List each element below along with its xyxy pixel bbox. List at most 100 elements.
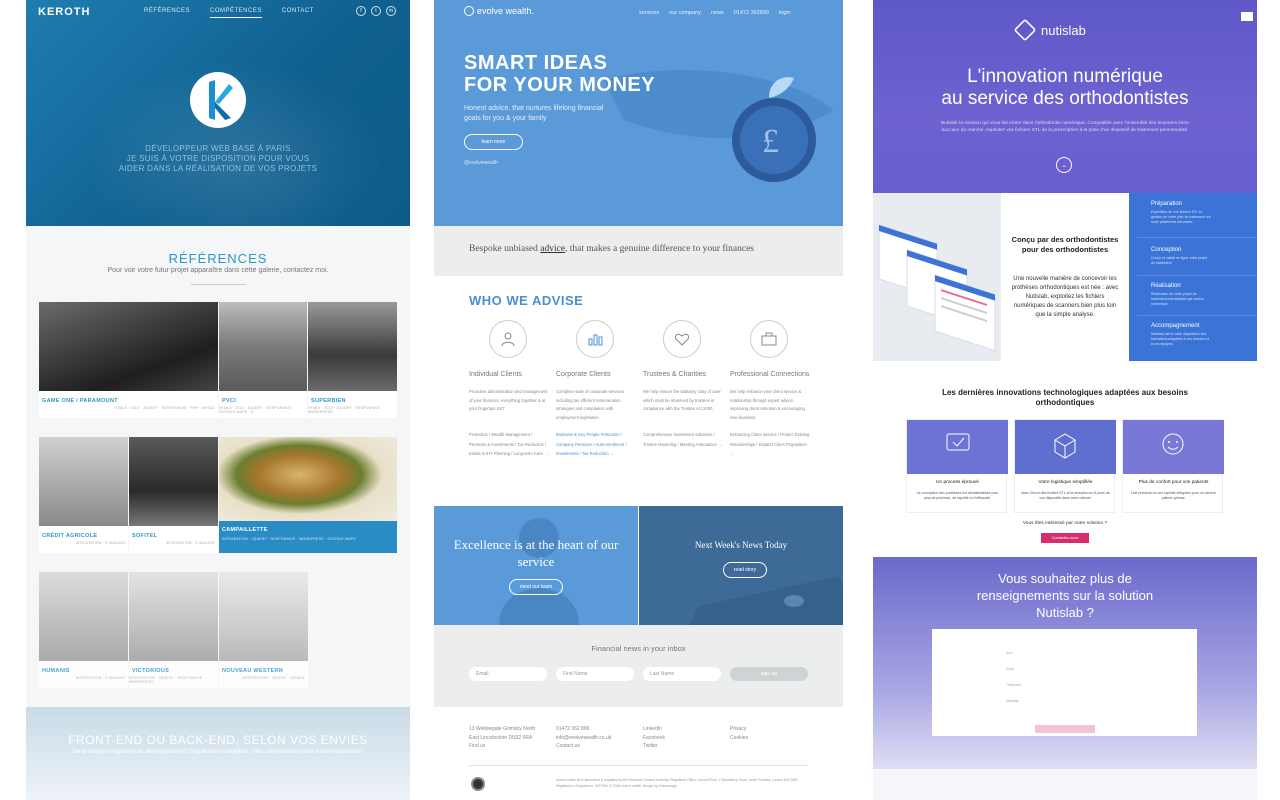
twitter-handle[interactable]: @evolvewealth	[464, 160, 498, 166]
nav-competences[interactable]: COMPÉTENCES	[210, 8, 262, 18]
reference-meta: INTÉGRATION · E-MAILING	[165, 541, 215, 545]
last-name-field[interactable]: Last Name	[643, 667, 721, 681]
bespoke-pre: Bespoke unbiased	[469, 244, 541, 254]
evolve-logo-text: evolve wealth.	[477, 6, 535, 16]
keroth-tagline-2: JE SUIS À VOTRE DISPOSITION POUR VOUS	[126, 154, 310, 163]
advice-link[interactable]: advice	[540, 244, 565, 254]
news-panel-title: Next Week's News Today	[694, 540, 788, 550]
process-step: Préparation Expédition de vos fichiers ST…	[1151, 201, 1211, 225]
email-field[interactable]: Email	[1006, 667, 1014, 671]
client-description: We help enhance your client service & re…	[730, 389, 805, 420]
reference-tile[interactable]: GAME ONE / PARAMOUNT HTML5 · 2013 · JQUE…	[39, 302, 218, 418]
nutislab-footer	[873, 769, 1257, 800]
reference-tile[interactable]: SUPERBIEN HTML5 · 2013 · JQUERY · RESPON…	[308, 302, 397, 418]
app-screens-image	[878, 224, 996, 352]
skills-subtitle: De la simple intégration au développemen…	[72, 749, 364, 755]
reference-image	[39, 572, 128, 661]
step-title: Accompagnement	[1151, 323, 1200, 329]
feature-card: Conçu par des orthodontistes pour des or…	[1001, 193, 1129, 361]
team-panel-title: Excellence is at the heart of our servic…	[453, 537, 619, 569]
nutislab-logo[interactable]: nutislab	[1013, 18, 1086, 42]
chart-icon	[576, 320, 614, 358]
footer-email[interactable]: info@evolvewealth.co.uk	[556, 734, 611, 743]
reference-image	[39, 437, 128, 526]
contact-form: Nom Email Téléphone Message	[932, 629, 1197, 736]
sign-up-button[interactable]: sign up	[730, 667, 808, 681]
bespoke-post: , that makes a genuine difference to you…	[565, 244, 755, 254]
name-field[interactable]: Nom	[1006, 651, 1013, 655]
client-links[interactable]: Business & Key People Protection / Compa…	[556, 430, 636, 459]
reference-tile[interactable]: SOFITEL INTÉGRATION · E-MAILING	[129, 437, 218, 553]
process-step: Accompagnement Nutislab met à votre dispo…	[1151, 323, 1211, 347]
contact-button[interactable]: Contactez-nous	[1041, 533, 1089, 543]
card-title: Un process éprouvé	[936, 480, 979, 485]
nav-references[interactable]: RÉFÉRENCES	[144, 8, 190, 18]
client-links[interactable]: Protection / Wealth Management / Pension…	[469, 430, 549, 459]
twitter-link[interactable]: Twitter	[643, 742, 665, 751]
learn-more-button[interactable]: learn more	[464, 134, 523, 150]
newsletter-title: Financial news in your inbox	[591, 644, 686, 653]
privacy-link[interactable]: Privacy	[730, 725, 748, 734]
interest-question: Vous êtes intéressé par notre solution ?	[1022, 521, 1108, 526]
reference-tile-highlight[interactable]: CAMPAILLETTE INTÉGRATION · JQUERY · RESP…	[219, 437, 397, 553]
email-field[interactable]: Email	[469, 667, 547, 681]
form-title-line: Vous souhaitez plus de	[998, 571, 1132, 586]
legal-text: evolve wealth ltd is authorised & regula…	[556, 778, 799, 788]
nutislab-hero: nutislab L'innovation numérique au servi…	[873, 0, 1257, 193]
keroth-logo[interactable]: KEROTH	[38, 6, 90, 18]
nav-contact[interactable]: CONTACT	[282, 8, 314, 18]
nutislab-hero-title: L'innovation numérique au service des or…	[873, 66, 1257, 110]
client-links[interactable]: Enhancing Client Service / Protect Exist…	[730, 430, 810, 459]
reference-meta: HTML5 · 2013 · JQUERY · RESPONSIVE · GOO…	[219, 406, 294, 414]
reference-tile[interactable]: PVCI HTML5 · 2013 · JQUERY · RESPONSIVE …	[219, 302, 307, 418]
meet-our-team-button[interactable]: meet our team	[509, 579, 563, 595]
reference-tile[interactable]: NOUVEAU WESTERN INTÉGRATION · JQUERY · M…	[219, 572, 308, 688]
mail-icon[interactable]: m	[386, 6, 396, 16]
bespoke-text: Bespoke unbiased advice, that makes a ge…	[469, 244, 754, 254]
evolve-logo[interactable]: evolve wealth.	[464, 6, 534, 16]
reference-tile[interactable]: CRÉDIT AGRICOLE INTÉGRATION · E-MAILING	[39, 437, 128, 553]
feature-text: Une nouvelle manière de concevoir les pr…	[1011, 276, 1119, 318]
process-sidebar: Préparation Expédition de vos fichiers ST…	[1129, 193, 1257, 361]
read-story-button[interactable]: read story	[723, 562, 767, 578]
nav-our-company[interactable]: our company	[669, 10, 701, 16]
send-button[interactable]	[1035, 725, 1095, 733]
nav-phone[interactable]: 01472 362899	[734, 10, 769, 16]
nav-news[interactable]: news	[711, 10, 724, 16]
client-description: Proactive administration and management …	[469, 389, 548, 411]
find-us-link[interactable]: Find us	[469, 742, 535, 751]
step-title: Préparation	[1151, 201, 1183, 207]
client-links[interactable]: Comprehensive Investment Solutions / Tru…	[643, 430, 723, 449]
twitter-icon[interactable]: t	[371, 6, 381, 16]
form-title-line: renseignements sur la solution	[976, 588, 1154, 603]
footer-address: 13 Wellowgate Grimsby North East Lincoln…	[469, 725, 535, 751]
reference-caption: CRÉDIT AGRICOLE	[42, 533, 98, 539]
step-text: Conçu et validé en ligne votre projet de…	[1151, 256, 1207, 265]
reference-image	[129, 437, 218, 526]
facebook-icon[interactable]: f	[356, 6, 366, 16]
footer-phone[interactable]: 01472 362 899	[556, 725, 611, 734]
news-panel: Next Week's News Today read story	[639, 506, 843, 625]
phone-field[interactable]: Téléphone	[1006, 683, 1021, 687]
team-panel: Excellence is at the heart of our servic…	[434, 506, 638, 625]
linkedin-link[interactable]: LinkedIn	[643, 725, 665, 734]
facebook-link[interactable]: Facebook	[643, 734, 665, 743]
reference-image	[219, 437, 397, 521]
contact-us-link[interactable]: Contact us	[556, 742, 611, 751]
nav-services[interactable]: services	[639, 10, 659, 16]
reference-tile[interactable]: HUMANIS INTÉGRATION · E-MAILING	[39, 572, 128, 688]
card-title: Votre logistique simplifiée	[1038, 480, 1093, 485]
newsletter-section: Financial news in your inbox Email First…	[434, 625, 843, 707]
message-field[interactable]: Message	[1006, 699, 1019, 703]
reference-caption: NOUVEAU WESTERN	[222, 668, 284, 674]
hero-title-line-2: au service des orthodontistes	[941, 88, 1189, 109]
reference-image	[39, 302, 218, 391]
nav-login[interactable]: login	[779, 10, 791, 16]
first-name-field[interactable]: First Name	[556, 667, 634, 681]
reference-tile[interactable]: VICTORIOUS INTÉGRATION · JQUERY · RESPON…	[129, 572, 218, 688]
form-title-line: Nutislab ?	[1036, 605, 1094, 620]
cookies-link[interactable]: Cookies	[730, 734, 748, 743]
reference-meta: INTÉGRATION · JQUERY · RESPONSIVE · WORD…	[222, 537, 356, 541]
reference-caption: VICTORIOUS	[132, 668, 170, 674]
scroll-down-icon[interactable]: ⌄	[1056, 157, 1072, 173]
